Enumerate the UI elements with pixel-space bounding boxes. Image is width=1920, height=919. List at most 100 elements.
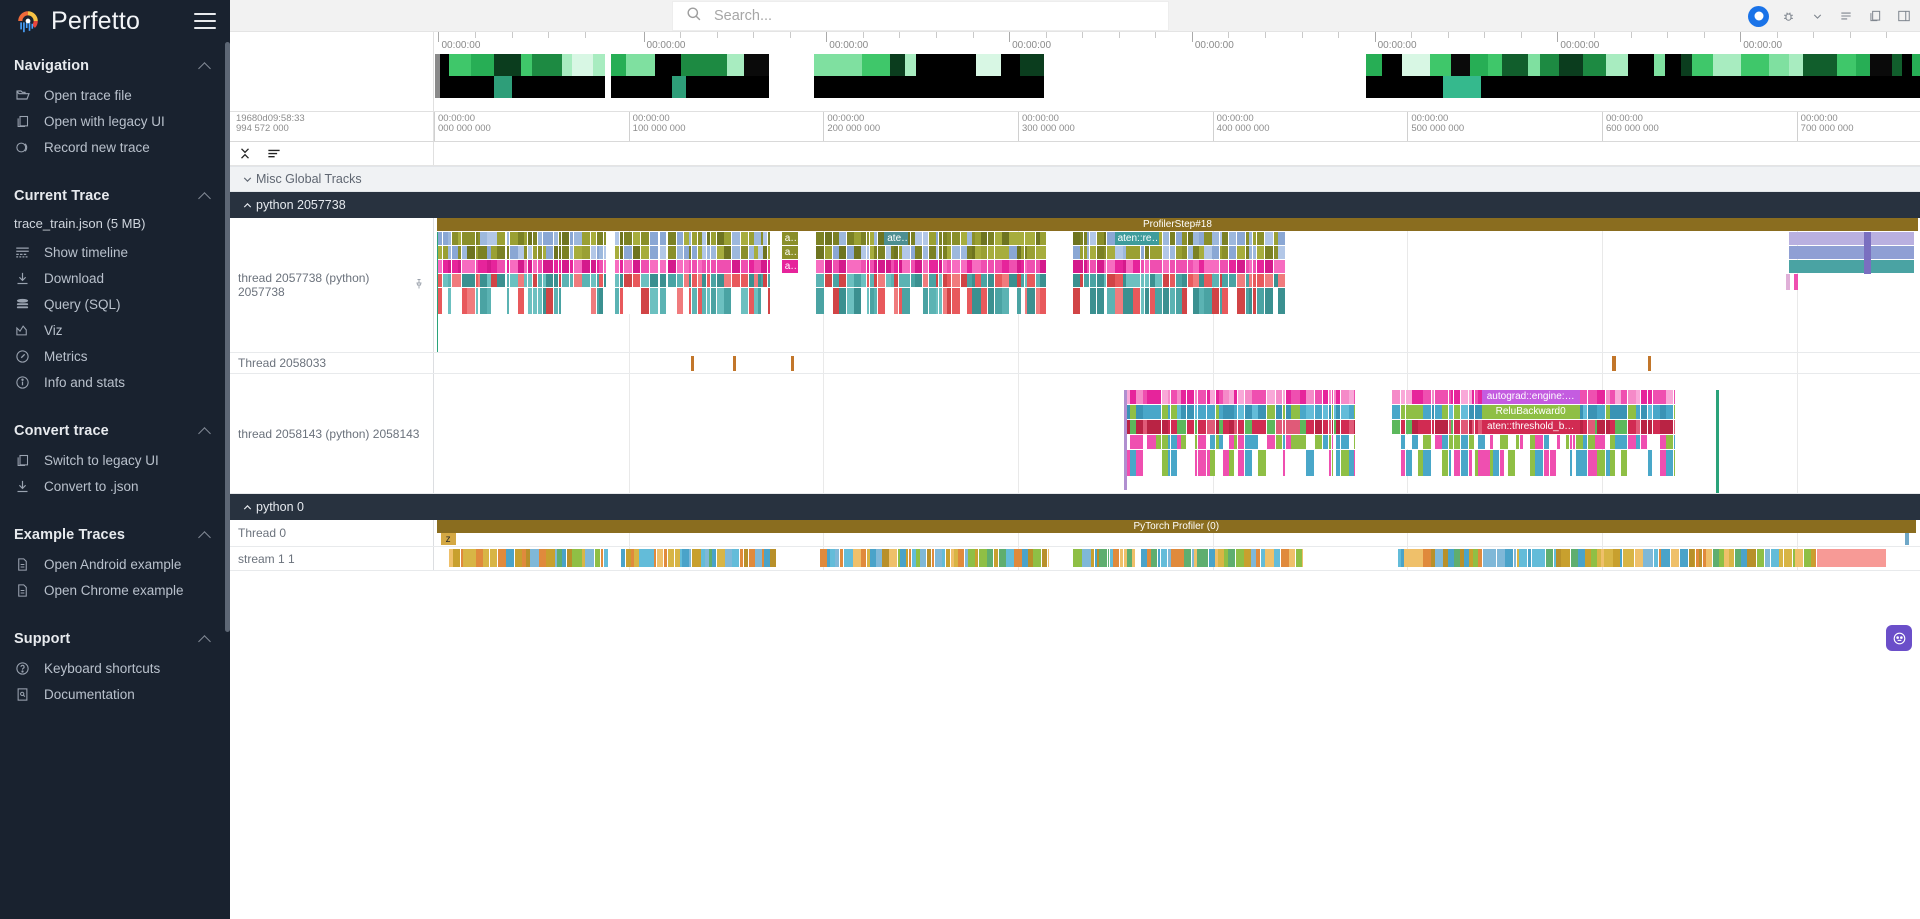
slice[interactable] xyxy=(1789,246,1914,259)
slice[interactable] xyxy=(1197,549,1205,567)
slice[interactable] xyxy=(1238,450,1244,476)
slice[interactable] xyxy=(559,232,561,245)
slice[interactable] xyxy=(1401,390,1405,404)
slice[interactable] xyxy=(1252,450,1258,476)
track-label-thread-2058143[interactable]: thread 2058143 (python) 2058143 xyxy=(230,374,434,493)
slice[interactable] xyxy=(839,232,846,245)
slice[interactable] xyxy=(1195,390,1198,404)
slice[interactable] xyxy=(582,260,590,273)
slice[interactable] xyxy=(1442,405,1447,419)
slice[interactable] xyxy=(1278,288,1285,314)
slice[interactable] xyxy=(664,549,668,567)
slice[interactable] xyxy=(929,260,936,273)
slice[interactable] xyxy=(939,246,943,259)
slice[interactable] xyxy=(1680,549,1688,567)
slice[interactable] xyxy=(1107,246,1114,259)
slice[interactable] xyxy=(961,232,967,245)
slice[interactable] xyxy=(668,246,676,259)
slice[interactable] xyxy=(1204,288,1212,314)
slice[interactable] xyxy=(1124,390,1127,490)
slice[interactable] xyxy=(1696,549,1699,567)
sidebar-item-metrics[interactable]: Metrics xyxy=(0,343,230,369)
slice[interactable] xyxy=(1435,450,1442,476)
slice[interactable] xyxy=(1002,260,1008,273)
sidebar-section-example-traces[interactable]: Example Traces xyxy=(0,511,230,551)
slice[interactable] xyxy=(1276,450,1282,476)
slice[interactable] xyxy=(1423,435,1431,449)
slice[interactable] xyxy=(1464,549,1468,567)
slice[interactable] xyxy=(533,232,538,245)
slice[interactable] xyxy=(717,288,724,314)
slice[interactable] xyxy=(633,246,641,259)
slice[interactable] xyxy=(1588,390,1595,404)
slice[interactable] xyxy=(1666,390,1673,404)
slice[interactable] xyxy=(732,260,740,273)
slice[interactable] xyxy=(929,232,936,245)
slice[interactable] xyxy=(1412,435,1417,449)
slice[interactable] xyxy=(1472,390,1474,404)
slice[interactable] xyxy=(491,232,497,245)
slice[interactable] xyxy=(1472,450,1474,476)
slice[interactable] xyxy=(975,274,981,287)
slice[interactable] xyxy=(1245,420,1252,434)
track-label-thread-2058033[interactable]: Thread 2058033 xyxy=(230,353,434,373)
slice[interactable] xyxy=(1234,405,1237,419)
slice[interactable] xyxy=(1615,420,1620,434)
slice[interactable] xyxy=(1238,390,1244,404)
slice[interactable] xyxy=(816,260,824,273)
slice[interactable] xyxy=(1597,450,1605,476)
slice[interactable] xyxy=(1278,246,1285,259)
slice[interactable] xyxy=(1141,246,1144,259)
slice[interactable] xyxy=(1234,435,1237,449)
slice[interactable] xyxy=(1789,260,1914,273)
slice[interactable] xyxy=(1097,288,1104,314)
slice[interactable] xyxy=(854,246,860,259)
slice[interactable] xyxy=(1245,405,1252,419)
slice[interactable] xyxy=(624,260,632,273)
slice[interactable] xyxy=(1229,435,1233,449)
slice[interactable] xyxy=(1779,549,1783,567)
slice[interactable] xyxy=(1143,390,1146,404)
slice[interactable] xyxy=(467,288,475,314)
slice[interactable] xyxy=(1283,390,1285,404)
slice[interactable] xyxy=(604,549,608,567)
slice[interactable] xyxy=(1181,390,1186,404)
slice[interactable] xyxy=(546,246,553,259)
slice[interactable] xyxy=(1628,405,1636,419)
slice[interactable] xyxy=(1073,274,1080,287)
slice[interactable] xyxy=(510,232,518,245)
slice[interactable] xyxy=(724,288,731,314)
slice[interactable] xyxy=(490,549,497,567)
slice[interactable] xyxy=(927,549,931,567)
slice[interactable] xyxy=(562,232,569,245)
slice[interactable] xyxy=(1771,549,1779,567)
slice[interactable] xyxy=(1666,405,1673,419)
slice[interactable] xyxy=(717,549,725,567)
slice[interactable] xyxy=(554,274,559,287)
slice[interactable] xyxy=(1265,288,1273,314)
feedback-icon[interactable] xyxy=(1886,625,1912,651)
slice[interactable] xyxy=(1747,549,1753,567)
slice[interactable] xyxy=(554,232,559,245)
slice[interactable] xyxy=(1412,420,1417,434)
slice[interactable] xyxy=(741,274,748,287)
slice[interactable] xyxy=(574,274,582,287)
slice[interactable] xyxy=(1258,450,1266,476)
sidebar-section-support[interactable]: Support xyxy=(0,615,230,655)
slice[interactable] xyxy=(480,288,486,314)
slice[interactable] xyxy=(650,260,658,273)
slice[interactable] xyxy=(833,274,839,287)
slice[interactable] xyxy=(510,274,518,287)
slice[interactable] xyxy=(1265,274,1273,287)
slice[interactable] xyxy=(1461,405,1469,419)
slice[interactable] xyxy=(1080,288,1083,314)
slice[interactable] xyxy=(522,549,526,567)
slice[interactable] xyxy=(1099,549,1108,567)
chevron-up-icon[interactable] xyxy=(199,631,212,647)
slice[interactable] xyxy=(620,232,623,245)
slice[interactable] xyxy=(911,232,915,245)
slice[interactable] xyxy=(677,288,683,314)
sidebar-item-open-chrome-example[interactable]: Open Chrome example xyxy=(0,577,230,603)
slice[interactable] xyxy=(458,246,460,259)
slice[interactable] xyxy=(711,246,716,259)
